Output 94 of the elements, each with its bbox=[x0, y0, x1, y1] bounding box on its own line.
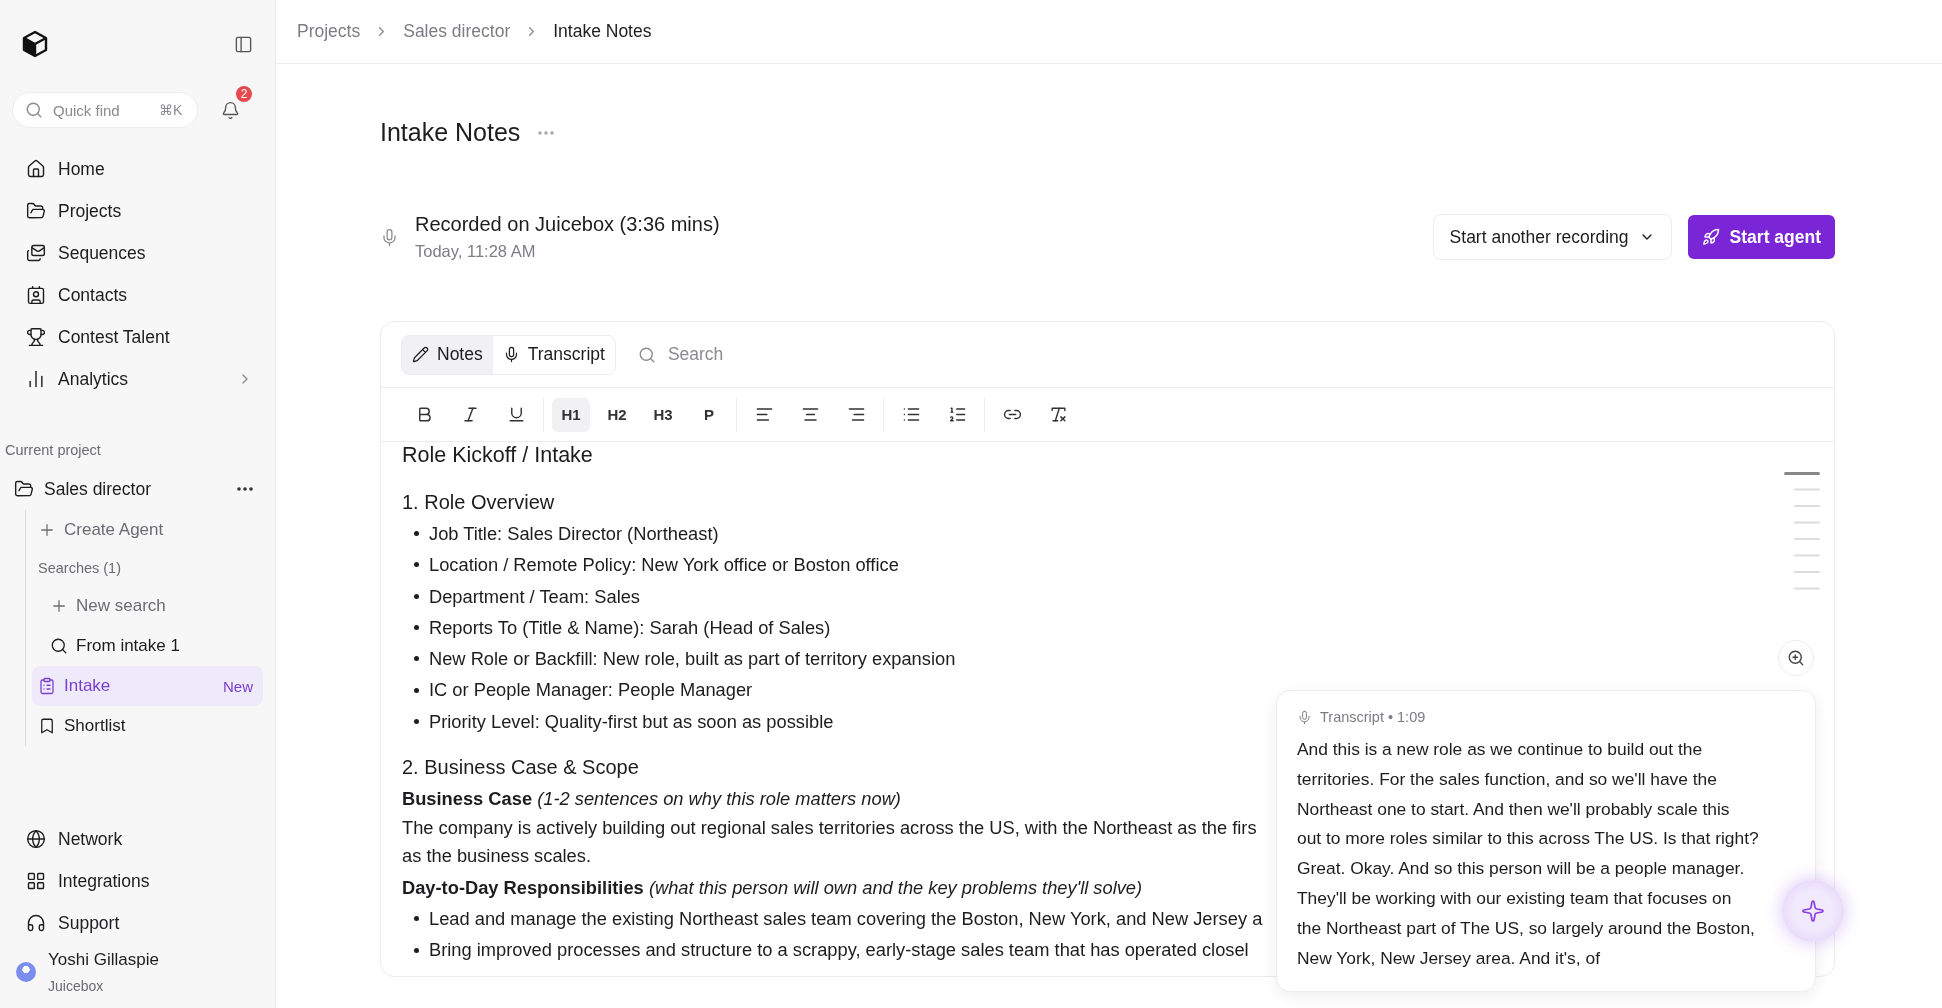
project-item[interactable]: From intake 1 bbox=[32, 626, 263, 666]
nav-item[interactable]: Contacts bbox=[12, 274, 263, 316]
contact-icon bbox=[26, 285, 46, 305]
headphones-icon bbox=[26, 913, 46, 933]
subsection-label: Business Case (1-2 sentences on why this role matters now) bbox=[402, 787, 901, 812]
breadcrumb-link[interactable]: Projects bbox=[297, 21, 361, 42]
breadcrumb-link[interactable]: Intake Notes bbox=[553, 21, 652, 42]
project-item[interactable]: Shortlist bbox=[32, 706, 263, 746]
tab[interactable]: Transcript bbox=[492, 335, 615, 374]
breadcrumb-link[interactable]: Sales director bbox=[403, 21, 511, 42]
nav-item[interactable]: Analytics bbox=[12, 358, 263, 400]
microphone-icon bbox=[1297, 709, 1312, 725]
bell-icon bbox=[220, 100, 240, 120]
align-center-icon bbox=[800, 405, 820, 424]
bar-chart-icon bbox=[26, 369, 46, 389]
nav-item[interactable]: Integrations bbox=[12, 860, 263, 902]
bullet-item: IC or People Manager: People Manager bbox=[414, 674, 753, 706]
nav-item[interactable]: Network bbox=[12, 818, 263, 860]
sidebar-icon bbox=[234, 34, 253, 54]
clear-format-icon bbox=[1048, 405, 1068, 424]
collapse-sidebar-button[interactable] bbox=[234, 34, 253, 54]
bullet-item: Bring improved processes and structure to a scrappy, early-stage sales team that has operated closel bbox=[414, 934, 1249, 966]
avatar bbox=[16, 962, 36, 982]
nav-item[interactable]: Projects bbox=[12, 190, 263, 232]
clipboard-icon bbox=[38, 677, 56, 695]
recording-time: Today, 11:28 AM bbox=[415, 242, 537, 261]
create-item[interactable]: New search bbox=[32, 586, 263, 626]
ai-assistant-button[interactable] bbox=[1782, 880, 1844, 942]
rocket-icon bbox=[1701, 228, 1720, 246]
numbered-list-icon bbox=[947, 405, 967, 424]
transcript-text: And this is a new role as we continue to build out the territories. For the sales function, and so we'll have the Northeast one to start. And then we'll probably scale this out to more roles similar to this across The US. Is that right? Great. Okay. And so this person will be a people manager. They'll be working with our existing team that focuses on the Northeast part of The US, so largely around the Boston, New York, New Jersey area. And it's, of bbox=[1297, 738, 1759, 970]
bullet-item: Department / Team: Sales bbox=[414, 580, 640, 612]
section-label: Searches (1) bbox=[37, 559, 122, 578]
heading-button[interactable]: H3 bbox=[644, 397, 682, 432]
create-item[interactable]: Create Agent bbox=[32, 510, 263, 550]
zoom-button[interactable] bbox=[1778, 640, 1814, 676]
search-icon bbox=[25, 101, 43, 119]
search-icon bbox=[637, 345, 656, 364]
grid-icon bbox=[26, 871, 46, 891]
bullet-list-icon bbox=[901, 405, 921, 424]
ellipsis-icon bbox=[538, 130, 555, 135]
bookmark-icon bbox=[38, 717, 56, 735]
more-button[interactable] bbox=[237, 487, 253, 491]
mail-icon bbox=[26, 243, 46, 263]
quick-find-field[interactable]: Quick find bbox=[51, 100, 151, 120]
search-field[interactable]: Search bbox=[665, 343, 866, 366]
start-agent-button[interactable]: Start agent bbox=[1687, 215, 1835, 259]
user-name: Yoshi Gillaspie bbox=[48, 950, 159, 970]
globe-icon bbox=[26, 829, 46, 849]
new-label: New bbox=[223, 677, 253, 695]
project-item[interactable]: Intake New bbox=[32, 666, 263, 706]
quick-find-bar[interactable]: Quick find ⌘K bbox=[12, 92, 198, 128]
folder-icon bbox=[14, 479, 34, 499]
bullet-item: Priority Level: Quality-first but as soon as possible bbox=[414, 705, 834, 738]
bullet-item: Location / Remote Policy: New York office or Boston office bbox=[414, 549, 899, 581]
heading-button[interactable]: P bbox=[690, 397, 728, 432]
nav-item[interactable]: Sequences bbox=[12, 232, 263, 274]
pencil-icon bbox=[412, 346, 429, 363]
page-title: Intake Notes bbox=[380, 118, 521, 147]
section-label: Current project bbox=[5, 442, 102, 460]
notification-count: 2 bbox=[234, 84, 254, 104]
user-org: Juicebox bbox=[48, 978, 105, 994]
paragraph: The company is actively building out regional sales territories across the US, with the Northeast as the firs as the business scales. bbox=[402, 816, 1257, 869]
transcript-label: Transcript • 1:09 bbox=[1320, 709, 1426, 725]
section-heading: 2. Business Case & Scope bbox=[402, 755, 639, 781]
microphone-icon bbox=[380, 227, 399, 247]
heading-button[interactable]: H1 bbox=[552, 397, 590, 432]
zoom-in-icon bbox=[1787, 649, 1805, 667]
section-heading: 1. Role Overview bbox=[402, 490, 555, 515]
trophy-icon bbox=[26, 327, 46, 347]
ellipsis-icon bbox=[237, 487, 253, 491]
nav-item[interactable]: Support bbox=[12, 902, 263, 944]
home-icon bbox=[26, 159, 46, 179]
plus-icon bbox=[38, 521, 56, 539]
logo-icon bbox=[20, 29, 50, 59]
heading-button[interactable]: H2 bbox=[598, 397, 636, 432]
search-icon bbox=[50, 637, 68, 655]
recording-title: Recorded on Juicebox (3:36 mins) bbox=[415, 213, 721, 236]
sparkle-icon bbox=[1801, 899, 1825, 923]
nav-item[interactable]: Home bbox=[12, 148, 263, 190]
recording-dropdown[interactable]: Start another recording bbox=[1432, 214, 1672, 260]
align-left-icon bbox=[754, 405, 774, 424]
subsection-label: Day-to-Day Responsibilities (what this person will own and the key problems they'll solve) bbox=[402, 876, 1143, 901]
bullet-item: Job Title: Sales Director (Northeast) bbox=[414, 518, 719, 550]
bullet-item: Reports To (Title & Name): Sarah (Head of Sales) bbox=[414, 611, 831, 644]
project-name[interactable]: Sales director bbox=[44, 478, 227, 500]
folder-icon bbox=[26, 201, 46, 221]
shortcut-hint: ⌘K bbox=[159, 102, 183, 118]
align-right-icon bbox=[846, 405, 866, 424]
bullet-item: Lead and manage the existing Northeast sales team covering the Boston, New York, and New Jersey a bbox=[414, 903, 1263, 935]
plus-icon bbox=[50, 597, 68, 615]
nav-item[interactable]: Contest Talent bbox=[12, 316, 263, 358]
document-title: Role Kickoff / Intake bbox=[402, 442, 593, 468]
bullet-item: New Role or Backfill: New role, built as part of territory expansion bbox=[414, 643, 956, 675]
